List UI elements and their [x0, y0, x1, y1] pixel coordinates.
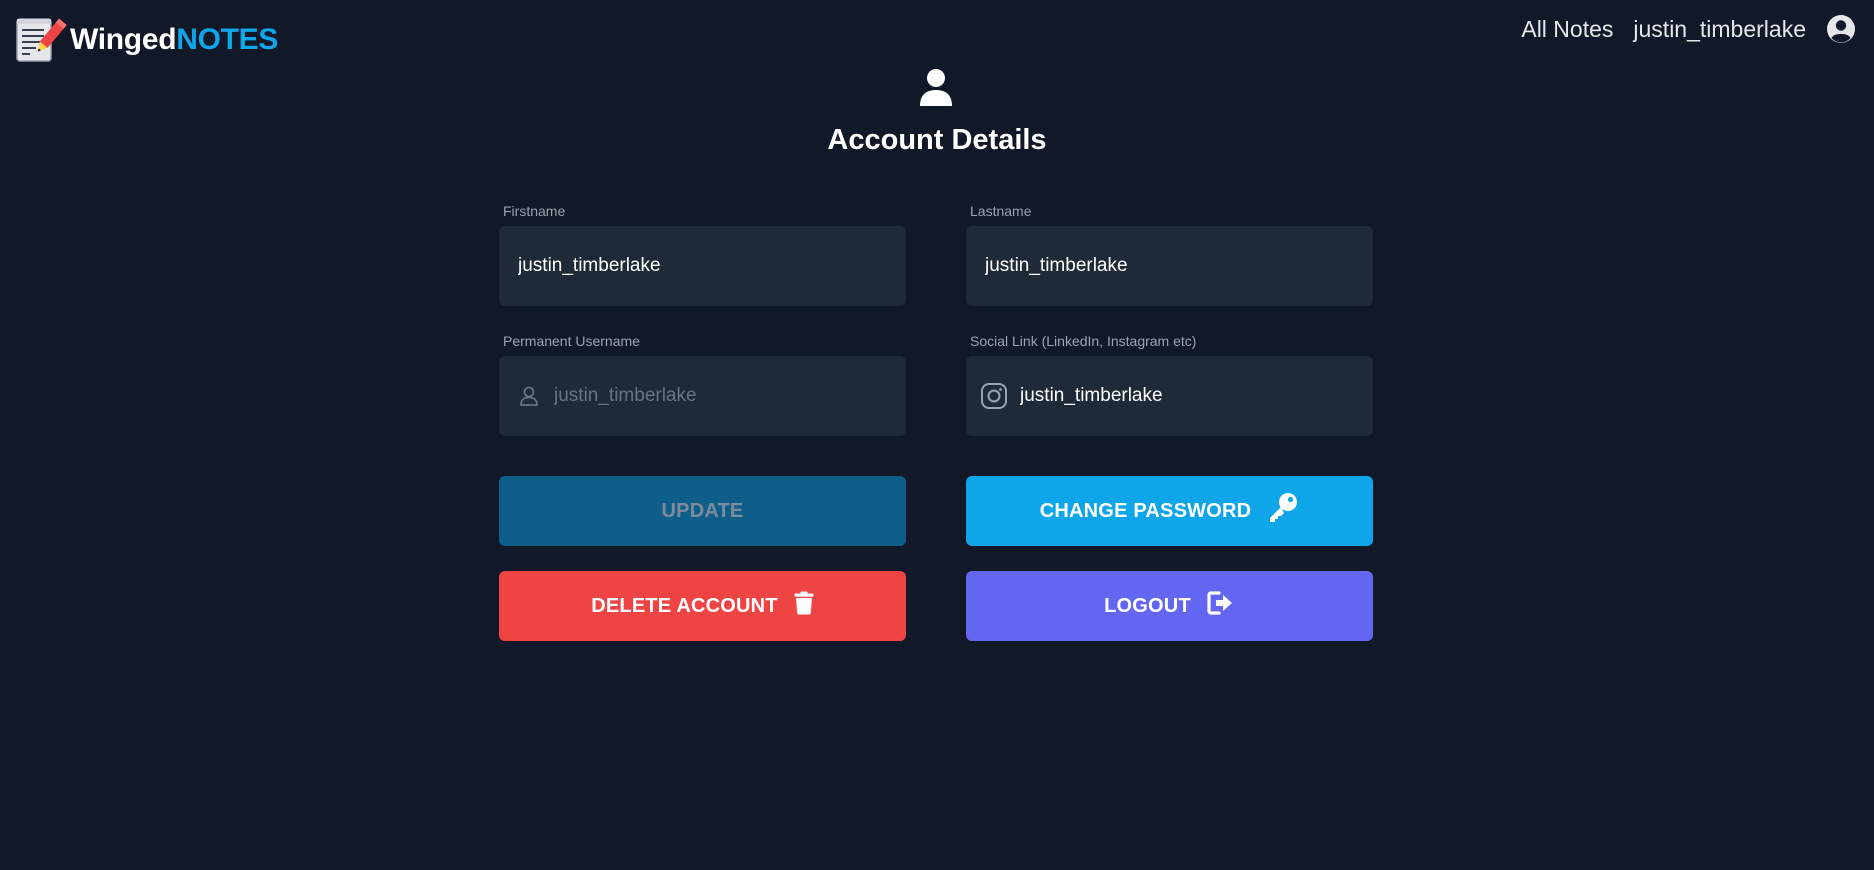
logout-icon: [1207, 591, 1235, 621]
delete-account-button-label: DELETE ACCOUNT: [591, 594, 778, 617]
firstname-input[interactable]: [518, 255, 906, 277]
page-title: Account Details: [827, 124, 1047, 156]
brand-name: WingedNOTES: [70, 23, 279, 56]
update-button[interactable]: UPDATE: [499, 476, 906, 546]
social-link-input[interactable]: [1020, 385, 1373, 407]
username-link[interactable]: justin_timberlake: [1633, 16, 1806, 43]
nav-links: All Notes justin_timberlake: [1521, 14, 1856, 44]
username-label: Permanent Username: [503, 333, 640, 349]
brand-link[interactable]: WingedNOTES: [14, 14, 278, 68]
notepad-pencil-icon: [14, 14, 68, 68]
username-field-box: [499, 356, 906, 436]
firstname-field-box: [499, 226, 906, 306]
lastname-input[interactable]: [985, 255, 1373, 277]
social-link-label: Social Link (LinkedIn, Instagram etc): [970, 333, 1197, 349]
logout-button[interactable]: LOGOUT: [966, 571, 1373, 641]
update-button-label: UPDATE: [661, 499, 744, 522]
key-icon: [1267, 492, 1299, 530]
social-link-field-box: [966, 356, 1373, 436]
username-input: [554, 385, 906, 407]
lastname-label: Lastname: [970, 203, 1032, 219]
top-navbar: WingedNOTES All Notes justin_timberlake: [0, 0, 1874, 66]
logout-button-label: LOGOUT: [1104, 594, 1191, 617]
user-outline-icon: [518, 385, 540, 407]
trash-icon: [794, 591, 814, 621]
firstname-label: Firstname: [503, 203, 566, 219]
user-circle-icon[interactable]: [1826, 14, 1856, 44]
delete-account-button[interactable]: DELETE ACCOUNT: [499, 571, 906, 641]
change-password-button[interactable]: CHANGE PASSWORD: [966, 476, 1373, 546]
instagram-icon: [980, 382, 1008, 410]
user-icon: [918, 68, 954, 108]
lastname-field-box: [966, 226, 1373, 306]
all-notes-link[interactable]: All Notes: [1521, 16, 1613, 43]
change-password-button-label: CHANGE PASSWORD: [1039, 499, 1252, 522]
